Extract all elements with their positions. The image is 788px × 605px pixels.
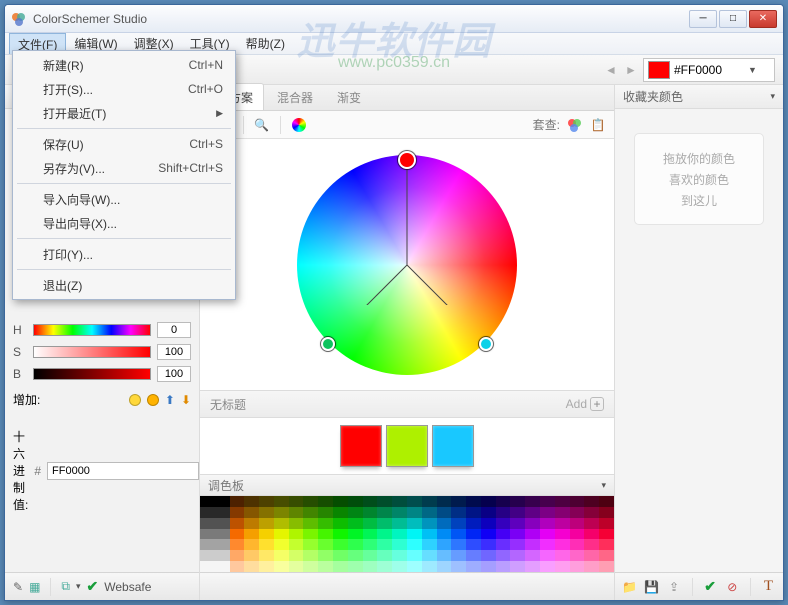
- wheel-handle-green[interactable]: [321, 337, 335, 351]
- eyedropper-icon[interactable]: ✎: [13, 580, 23, 594]
- tab-gradient[interactable]: 渐变: [326, 83, 372, 110]
- hex-row: 十六进制值: #: [13, 428, 191, 513]
- wheel-handle-red[interactable]: [398, 151, 416, 169]
- swatch-1[interactable]: [340, 425, 382, 467]
- favorites-area[interactable]: 拖放你的颜色 喜欢的颜色 到这儿: [615, 109, 783, 572]
- add-row: 增加: ⬆ ⬇: [13, 391, 191, 408]
- color-wheel-area: [200, 139, 614, 390]
- right-bottom-bar: 📁 💾 ⇪ ✔ ⊘ T: [615, 572, 783, 600]
- menu-item[interactable]: 打印(Y)...: [15, 242, 233, 266]
- wheel-handle-blue[interactable]: [479, 337, 493, 351]
- fav-hint-1: 拖放你的颜色: [663, 150, 735, 167]
- scheme-title-bar: 无标题 Add +: [200, 390, 614, 418]
- menu-item[interactable]: 退出(Z): [15, 273, 233, 297]
- color-wheel-icon[interactable]: [289, 115, 309, 135]
- tab-mixer[interactable]: 混合器: [266, 83, 324, 110]
- hash-label: #: [34, 464, 41, 478]
- websafe-label: Websafe: [104, 580, 151, 594]
- tabs: 时方案 混合器 渐变: [200, 85, 614, 111]
- up-arrow-icon[interactable]: ⬆: [165, 393, 175, 407]
- menu-item[interactable]: 导出向导(X)...: [15, 211, 233, 235]
- middle-panel: 时方案 混合器 渐变 ▾ 🔍 套查: 📋: [199, 85, 615, 600]
- menu-item[interactable]: 打开最近(T)▶: [15, 101, 233, 125]
- current-color-field[interactable]: ▼: [643, 58, 775, 82]
- app-icon: [11, 11, 27, 27]
- favorites-dropzone[interactable]: 拖放你的颜色 喜欢的颜色 到这儿: [634, 133, 764, 225]
- add-button[interactable]: Add +: [566, 397, 604, 411]
- menu-item[interactable]: 保存(U)Ctrl+S: [15, 132, 233, 156]
- scheme-title[interactable]: 无标题: [210, 396, 246, 413]
- middle-toolbar: ▾ 🔍 套查: 📋: [200, 111, 614, 139]
- add-label: 增加:: [13, 391, 40, 408]
- swatch-3[interactable]: [432, 425, 474, 467]
- down-arrow-icon[interactable]: ⬇: [181, 393, 191, 407]
- clipboard-icon[interactable]: 📋: [588, 115, 608, 135]
- hue-row: H: [13, 322, 191, 338]
- chevron-down-icon[interactable]: ▾: [76, 581, 81, 592]
- plus-icon: +: [590, 397, 604, 411]
- scheme-rgb-icon[interactable]: [564, 115, 584, 135]
- h-label: H: [13, 323, 27, 337]
- menu-item[interactable]: 新建(R)Ctrl+N: [15, 53, 233, 77]
- nav-forward-icon[interactable]: ►: [623, 62, 639, 78]
- menu-item[interactable]: 导入向导(W)...: [15, 187, 233, 211]
- menu-item[interactable]: 另存为(V)...Shift+Ctrl+S: [15, 156, 233, 180]
- copy-icon[interactable]: ⧉: [61, 579, 70, 594]
- s-slider[interactable]: [33, 346, 151, 358]
- b-label: B: [13, 367, 27, 381]
- add-label-text: Add: [566, 397, 587, 411]
- minimize-button[interactable]: ─: [689, 10, 717, 28]
- b-slider[interactable]: [33, 368, 151, 380]
- chevron-down-icon[interactable]: ▾: [770, 91, 775, 102]
- middle-bottom-bar: [200, 572, 614, 600]
- bri-row: B: [13, 366, 191, 382]
- h-slider[interactable]: [33, 324, 151, 336]
- titlebar[interactable]: ColorSchemer Studio ─ □ ✕: [5, 5, 783, 33]
- menu-help[interactable]: 帮助(Z): [238, 33, 293, 54]
- s-label: S: [13, 345, 27, 359]
- close-button[interactable]: ✕: [749, 10, 777, 28]
- h-value[interactable]: [157, 322, 191, 338]
- save-icon[interactable]: 💾: [643, 578, 660, 596]
- nav-back-icon[interactable]: ◄: [603, 62, 619, 78]
- fav-hint-3: 到这儿: [681, 192, 717, 209]
- palette-title: 调色板: [208, 477, 244, 494]
- swatches-row: [200, 418, 614, 474]
- wheel-lines: [297, 155, 597, 305]
- magnify-icon[interactable]: 🔍: [252, 115, 272, 135]
- export-icon[interactable]: ⇪: [665, 578, 682, 596]
- color-chip: [648, 61, 670, 79]
- palette-grid[interactable]: [200, 496, 614, 572]
- b-value[interactable]: [157, 366, 191, 382]
- chevron-down-icon[interactable]: ▼: [748, 65, 757, 75]
- image-icon[interactable]: ▦: [29, 580, 40, 594]
- text-icon[interactable]: T: [760, 578, 777, 596]
- chevron-down-icon[interactable]: ▾: [601, 480, 606, 491]
- hex-input-top[interactable]: [674, 63, 744, 77]
- favorites-header: 收藏夹颜色 ▾: [615, 85, 783, 109]
- left-bottom-bar: ✎ ▦ ⧉ ▾ ✔ Websafe: [5, 572, 199, 600]
- dot-yellow-icon[interactable]: [129, 394, 141, 406]
- maximize-button[interactable]: □: [719, 10, 747, 28]
- fav-hint-2: 喜欢的颜色: [669, 171, 729, 188]
- hex-value-input[interactable]: [47, 462, 199, 480]
- hex-label: 十六进制值:: [13, 428, 28, 513]
- window-title: ColorSchemer Studio: [33, 12, 689, 26]
- sat-row: S: [13, 344, 191, 360]
- scheme-label: 套查:: [533, 116, 560, 133]
- check-icon: ✔: [87, 578, 99, 595]
- folder-icon[interactable]: 📁: [621, 578, 638, 596]
- right-panel: 收藏夹颜色 ▾ 拖放你的颜色 喜欢的颜色 到这儿 📁 💾 ⇪ ✔: [615, 85, 783, 600]
- check-icon[interactable]: ✔: [702, 578, 719, 596]
- color-wheel[interactable]: [297, 155, 517, 375]
- s-value[interactable]: [157, 344, 191, 360]
- palette-header: 调色板 ▾: [200, 474, 614, 496]
- dot-orange-icon[interactable]: [147, 394, 159, 406]
- file-menu-dropdown: 新建(R)Ctrl+N打开(S)...Ctrl+O打开最近(T)▶ 保存(U)Ct…: [12, 50, 236, 300]
- favorites-title: 收藏夹颜色: [623, 88, 683, 105]
- swatch-2[interactable]: [386, 425, 428, 467]
- deny-icon[interactable]: ⊘: [724, 578, 741, 596]
- menu-item[interactable]: 打开(S)...Ctrl+O: [15, 77, 233, 101]
